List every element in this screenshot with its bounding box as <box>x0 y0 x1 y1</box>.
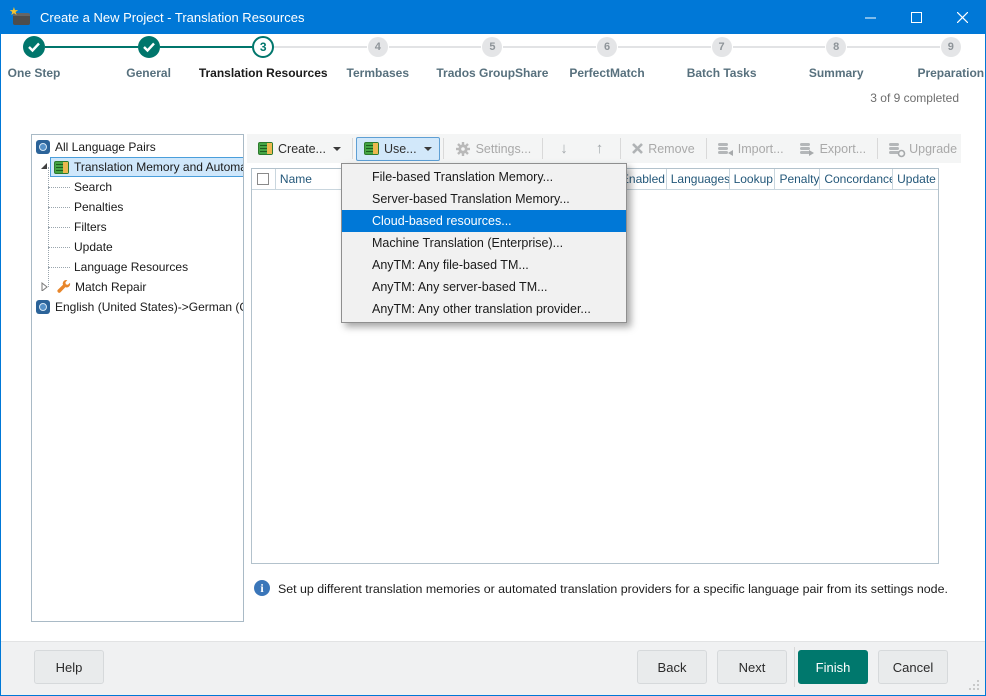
translation-memory-icon <box>54 161 69 174</box>
back-button[interactable]: Back <box>637 650 707 684</box>
dropdown-caret-icon <box>333 147 341 151</box>
create-button[interactable]: Create... <box>250 137 349 161</box>
language-pair-icon <box>36 140 50 154</box>
tree-connector <box>48 247 70 248</box>
tree-item-search[interactable]: Search <box>74 177 112 197</box>
remove-button[interactable]: Remove <box>624 137 703 161</box>
tree-item-language-resources[interactable]: Language Resources <box>74 257 188 277</box>
help-button[interactable]: Help <box>34 650 104 684</box>
language-pairs-tree: All Language Pairs Translation Memory an… <box>31 134 244 622</box>
close-button[interactable] <box>939 1 985 34</box>
column-header-lookup[interactable]: Lookup <box>730 169 776 190</box>
wrench-icon <box>56 280 71 295</box>
move-up-button[interactable]: ↑ <box>582 135 618 162</box>
upgrade-button[interactable]: Upgrade <box>881 137 965 161</box>
step-number: 3 <box>252 36 274 58</box>
resize-grip[interactable] <box>966 677 980 691</box>
tree-item-english-german[interactable]: English (United States)->German (Ge <box>36 297 244 317</box>
finish-button[interactable]: Finish <box>798 650 868 684</box>
move-down-button[interactable]: ↓ <box>546 135 582 162</box>
menu-item-file-based-tm[interactable]: File-based Translation Memory... <box>342 166 626 188</box>
translation-memory-icon <box>364 142 379 155</box>
tree-item-translation-memory[interactable]: Translation Memory and Automa <box>50 157 244 177</box>
toolbar-separator <box>443 138 444 159</box>
tree-item-penalties[interactable]: Penalties <box>74 197 123 217</box>
minimize-button[interactable] <box>847 1 893 34</box>
import-icon <box>718 142 733 156</box>
column-header-penalty[interactable]: Penalty <box>775 169 820 190</box>
app-icon: ★ <box>11 10 31 25</box>
menu-item-anytm-server-based[interactable]: AnyTM: Any server-based TM... <box>342 276 626 298</box>
toolbar-separator <box>706 138 707 159</box>
progress-text: 3 of 9 completed <box>870 91 959 105</box>
tree-item-filters[interactable]: Filters <box>74 217 107 237</box>
menu-item-server-based-tm[interactable]: Server-based Translation Memory... <box>342 188 626 210</box>
settings-button[interactable]: Settings... <box>447 136 540 162</box>
toolbar-separator <box>620 138 621 159</box>
toolbar-separator <box>877 138 878 159</box>
cancel-button[interactable]: Cancel <box>878 650 948 684</box>
toolbar-separator <box>542 138 543 159</box>
tree-item-update[interactable]: Update <box>74 237 113 257</box>
column-header-languages[interactable]: Languages <box>667 169 730 190</box>
toolbar-separator <box>352 138 353 159</box>
tree-item-all-language-pairs[interactable]: All Language Pairs <box>36 137 156 157</box>
resources-toolbar: Create... Use... Settings... ↓ ↑ <box>247 134 961 163</box>
menu-item-machine-translation[interactable]: Machine Translation (Enterprise)... <box>342 232 626 254</box>
title-bar: ★ Create a New Project - Translation Res… <box>1 1 985 34</box>
menu-item-anytm-file-based[interactable]: AnyTM: Any file-based TM... <box>342 254 626 276</box>
column-header-update[interactable]: Update <box>893 169 938 190</box>
export-icon <box>800 142 815 156</box>
remove-x-icon <box>632 143 643 154</box>
tree-connector <box>48 207 70 208</box>
step-number: 5 <box>482 37 502 57</box>
step-number: 4 <box>368 37 388 57</box>
step-number: 6 <box>597 37 617 57</box>
tree-connector <box>48 267 70 268</box>
collapsed-arrow-icon[interactable] <box>40 282 49 291</box>
info-message: Set up different translation memories or… <box>278 582 968 596</box>
gear-icon <box>455 141 471 157</box>
check-icon <box>23 36 45 58</box>
wizard-stepper: One Step General 3 Translation Resources… <box>1 34 986 112</box>
window-title: Create a New Project - Translation Resou… <box>40 10 304 25</box>
footer-bar: Help Back Next Finish Cancel <box>1 641 985 695</box>
column-header-concordance[interactable]: Concordance <box>820 169 893 190</box>
info-icon: i <box>254 580 270 596</box>
use-button[interactable]: Use... <box>356 137 440 161</box>
maximize-button[interactable] <box>893 1 939 34</box>
import-button[interactable]: Import... <box>710 137 792 161</box>
create-project-dialog: ★ Create a New Project - Translation Res… <box>0 0 986 696</box>
tree-connector <box>48 187 70 188</box>
step-number: 7 <box>712 37 732 57</box>
step-number: 9 <box>941 37 961 57</box>
translation-memory-icon <box>258 142 273 155</box>
export-button[interactable]: Export... <box>792 137 875 161</box>
tree-item-match-repair[interactable]: Match Repair <box>56 277 146 297</box>
select-all-checkbox-cell[interactable] <box>252 169 276 190</box>
dropdown-caret-icon <box>424 147 432 151</box>
footer-separator <box>794 647 795 687</box>
checkbox-icon[interactable] <box>257 173 269 185</box>
step-preparation[interactable]: 9 Preparation <box>881 34 986 80</box>
menu-item-anytm-other-provider[interactable]: AnyTM: Any other translation provider... <box>342 298 626 320</box>
menu-item-cloud-based-resources[interactable]: Cloud-based resources... <box>342 210 626 232</box>
upgrade-icon <box>889 142 904 156</box>
arrow-up-icon: ↑ <box>590 140 610 157</box>
arrow-down-icon: ↓ <box>554 140 574 157</box>
language-pair-icon <box>36 300 50 314</box>
tree-connector <box>48 227 70 228</box>
use-dropdown-menu: File-based Translation Memory... Server-… <box>341 163 627 323</box>
step-number: 8 <box>826 37 846 57</box>
next-button[interactable]: Next <box>717 650 787 684</box>
check-icon <box>138 36 160 58</box>
